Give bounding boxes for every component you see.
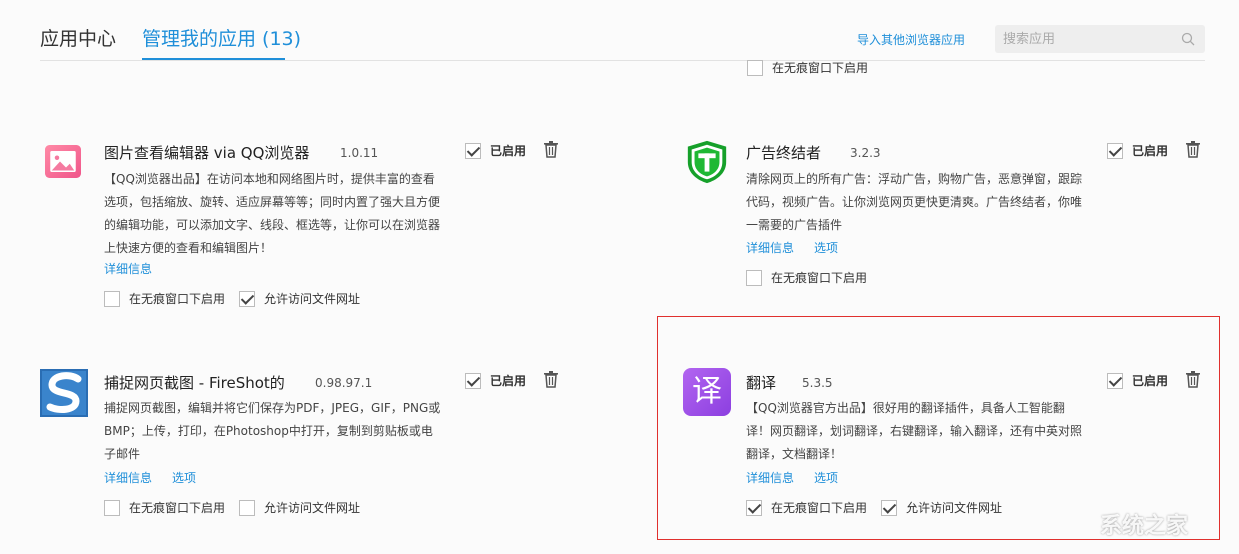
file-access-option[interactable]: 允许访问文件网址 (239, 499, 360, 516)
fireshot-icon (40, 369, 88, 417)
trash-icon[interactable] (543, 140, 559, 158)
app-description: 【QQ浏览器官方出品】很好用的翻译插件，具备人工智能翻译！网页翻译，划词翻译，右… (746, 401, 1083, 461)
enable-toggle[interactable]: 已启用 (1107, 372, 1168, 389)
details-link[interactable]: 详细信息 (104, 260, 152, 277)
app-version: 3.2.3 (850, 146, 881, 160)
incognito-option[interactable]: 在无痕窗口下启用 (104, 499, 225, 516)
translate-icon: 译 (683, 368, 731, 416)
image-icon (45, 145, 81, 178)
incognito-checkbox[interactable] (104, 290, 120, 307)
incognito-checkbox[interactable] (746, 269, 762, 286)
enable-checkbox[interactable] (1107, 142, 1123, 159)
tab-app-center[interactable]: 应用中心 (40, 27, 116, 51)
enable-toggle[interactable]: 已启用 (1107, 142, 1168, 159)
app-description: 捕捉网页截图，编辑并将它们保存为PDF，JPEG，GIF，PNG或BMP；上传，… (104, 401, 441, 461)
enable-toggle[interactable]: 已启用 (465, 372, 526, 389)
file-access-option[interactable]: 允许访问文件网址 (881, 499, 1002, 516)
enable-label: 已启用 (490, 374, 527, 388)
app-version: 0.98.97.1 (315, 376, 373, 390)
enable-label: 已启用 (1132, 144, 1169, 158)
app-description: 清除网页上的所有广告：浮动广告，购物广告，恶意弹窗，跟踪代码，视频广告。让你浏览… (746, 172, 1083, 232)
file-access-label: 允许访问文件网址 (264, 292, 361, 306)
enable-label: 已启用 (490, 144, 527, 158)
app-version: 5.3.5 (802, 376, 833, 390)
enable-checkbox[interactable] (465, 142, 481, 159)
app-description: 【QQ浏览器出品】在访问本地和网络图片时，提供丰富的查看选项，包括缩放、旋转、适… (104, 172, 441, 255)
app-version: 1.0.11 (340, 146, 379, 160)
incognito-checkbox[interactable] (747, 59, 763, 76)
search-input[interactable] (995, 25, 1165, 53)
app-name: 翻译 (746, 374, 777, 392)
incognito-option[interactable]: 在无痕窗口下启用 (104, 290, 225, 307)
incognito-option[interactable]: 在无痕窗口下启用 (746, 269, 867, 286)
file-access-checkbox[interactable] (881, 499, 897, 516)
enable-toggle[interactable]: 已启用 (465, 142, 526, 159)
file-access-label: 允许访问文件网址 (264, 501, 361, 515)
incognito-checkbox[interactable] (746, 499, 762, 516)
incognito-label: 在无痕窗口下启用 (772, 61, 869, 75)
incognito-label: 在无痕窗口下启用 (771, 271, 868, 285)
details-link[interactable]: 详细信息 (104, 469, 152, 486)
incognito-label: 在无痕窗口下启用 (771, 501, 868, 515)
options-link[interactable]: 选项 (814, 239, 838, 256)
search-icon[interactable] (1181, 32, 1195, 46)
incognito-label: 在无痕窗口下启用 (129, 501, 226, 515)
trash-icon[interactable] (1185, 370, 1201, 388)
incognito-label: 在无痕窗口下启用 (129, 292, 226, 306)
incognito-checkbox[interactable] (104, 499, 120, 516)
file-access-label: 允许访问文件网址 (906, 501, 1003, 515)
details-link[interactable]: 详细信息 (746, 239, 794, 256)
watermark-logo: 系统之家 (1100, 514, 1189, 539)
enable-checkbox[interactable] (1107, 372, 1123, 389)
translate-icon-glyph: 译 (692, 374, 722, 409)
header-divider (40, 60, 1205, 61)
app-name: 捕捉网页截图 - FireShot的 (104, 374, 285, 392)
enable-label: 已启用 (1132, 374, 1169, 388)
prev-incognito-option[interactable]: 在无痕窗口下启用 (747, 59, 868, 76)
options-link[interactable]: 选项 (172, 469, 196, 486)
trash-icon[interactable] (543, 370, 559, 388)
tab-manage-apps[interactable]: 管理我的应用 (13) (142, 27, 301, 51)
enable-checkbox[interactable] (465, 372, 481, 389)
options-link[interactable]: 选项 (814, 469, 838, 486)
search-box[interactable] (995, 25, 1205, 53)
file-access-option[interactable]: 允许访问文件网址 (239, 290, 360, 307)
file-access-checkbox[interactable] (239, 290, 255, 307)
incognito-option[interactable]: 在无痕窗口下启用 (746, 499, 867, 516)
details-link[interactable]: 详细信息 (746, 469, 794, 486)
shield-icon (687, 140, 727, 184)
file-access-checkbox[interactable] (239, 499, 255, 516)
import-apps-link[interactable]: 导入其他浏览器应用 (857, 31, 965, 48)
trash-icon[interactable] (1185, 140, 1201, 158)
app-name: 图片查看编辑器 via QQ浏览器 (104, 144, 310, 162)
app-name: 广告终结者 (746, 144, 822, 162)
